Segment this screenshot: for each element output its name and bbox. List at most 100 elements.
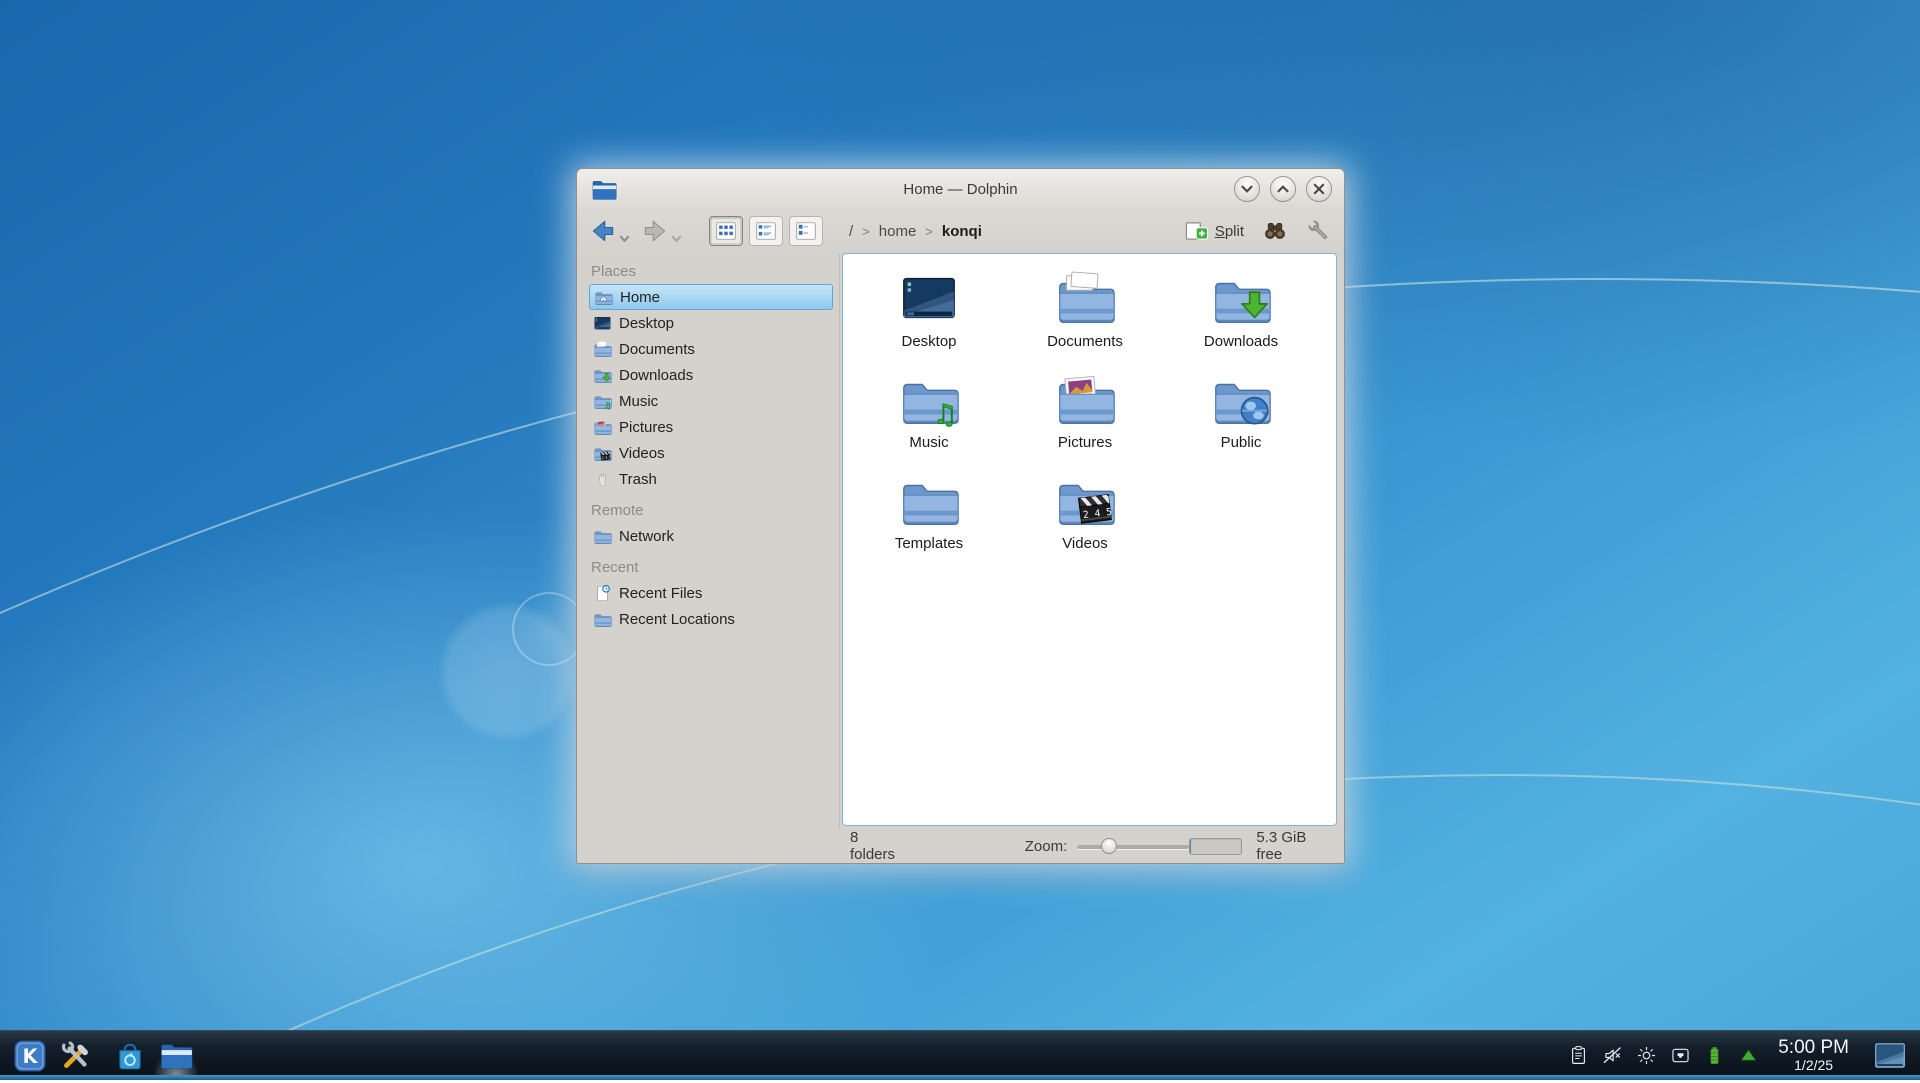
- zoom-slider-handle[interactable]: [1101, 838, 1117, 854]
- folder-open-blue-icon: [159, 1039, 193, 1073]
- svg-text:♫: ♫: [933, 399, 957, 430]
- folder-music-icon: ♫: [898, 369, 960, 431]
- desktop-screen-icon: [593, 314, 612, 333]
- recent-document-icon: [593, 584, 612, 603]
- file-item-label: Pictures: [1058, 434, 1112, 451]
- toolbar-right-group: Split: [1184, 218, 1332, 244]
- folder-home-icon: [594, 288, 613, 307]
- sidebar-item-label: Downloads: [619, 367, 693, 384]
- brightness-icon[interactable]: [1636, 1045, 1657, 1066]
- taskbar-launcher-dolphin[interactable]: [158, 1038, 194, 1074]
- sidebar-item-label: Network: [619, 528, 674, 545]
- folder-downloads-icon: [593, 366, 612, 385]
- close-button[interactable]: [1306, 176, 1332, 202]
- file-item-templates[interactable]: Templates: [851, 470, 1007, 571]
- places-panel: Places Home Desktop Documents Downloads ♫Musi…: [577, 253, 840, 829]
- file-item-label: Public: [1221, 434, 1262, 451]
- file-item-pictures[interactable]: Pictures: [1007, 369, 1163, 470]
- sidebar-item-label: Videos: [619, 445, 665, 462]
- taskbar-launcher-system-settings[interactable]: [58, 1038, 94, 1074]
- back-button[interactable]: [589, 217, 631, 245]
- settings-wrench-icon[interactable]: [1306, 218, 1332, 244]
- battery-icon[interactable]: [1704, 1045, 1725, 1066]
- sidebar-item-network[interactable]: Network: [589, 523, 833, 549]
- sidebar-item-recent-files[interactable]: Recent Files: [589, 580, 833, 606]
- dolphin-window: Home — Dolphin / > home > konqi: [576, 168, 1345, 864]
- breadcrumb-separator: >: [862, 224, 870, 239]
- folder-pictures-icon: [1054, 369, 1116, 431]
- sidebar-section-recent: Recent: [591, 559, 833, 576]
- sidebar-item-music[interactable]: ♫Music: [589, 388, 833, 414]
- volume-muted-icon[interactable]: [1602, 1045, 1623, 1066]
- clock-date: 1/2/25: [1778, 1058, 1849, 1073]
- file-item-music[interactable]: ♫Music: [851, 369, 1007, 470]
- show-desktop-widget[interactable]: [1870, 1039, 1910, 1073]
- discover-bag-icon: [113, 1039, 147, 1073]
- expand-triangle-icon[interactable]: [1738, 1045, 1759, 1066]
- desktop-screen-icon: [898, 268, 960, 330]
- sidebar-item-recent-locations[interactable]: Recent Locations: [589, 606, 833, 632]
- folder-pictures-icon: [593, 418, 612, 437]
- taskbar-clock[interactable]: 5:00 PM 1/2/25: [1778, 1038, 1849, 1073]
- clipboard-icon[interactable]: [1568, 1045, 1589, 1066]
- system-tray: 5:00 PM 1/2/25: [1568, 1038, 1920, 1073]
- breadcrumb-home[interactable]: home: [879, 223, 917, 240]
- items-count: 8 folders: [850, 829, 905, 863]
- folder-view[interactable]: Desktop DocumentsDownloads ♫Music Pictures P…: [842, 253, 1337, 826]
- sidebar-item-label: Home: [620, 289, 660, 306]
- clock-time: 5:00 PM: [1778, 1038, 1849, 1058]
- navigation-buttons: [589, 217, 683, 245]
- sidebar-item-downloads[interactable]: Downloads: [589, 362, 833, 388]
- status-bar: 8 folders Zoom: 5.3 GiB free: [577, 829, 1344, 863]
- sidebar-item-videos[interactable]: 2 4 5Videos: [589, 440, 833, 466]
- taskbar-launchers: K: [0, 1038, 194, 1074]
- breadcrumb-separator: >: [925, 224, 933, 239]
- file-item-documents[interactable]: Documents: [1007, 268, 1163, 369]
- sidebar-section-remote: Remote: [591, 502, 833, 519]
- find-binoculars-icon[interactable]: [1262, 218, 1288, 244]
- dolphin-folder-icon: [591, 177, 617, 203]
- compact-view-button[interactable]: [789, 216, 823, 246]
- sidebar-item-label: Documents: [619, 341, 695, 358]
- sidebar-item-desktop[interactable]: Desktop: [589, 310, 833, 336]
- taskbar-launcher-kde-menu[interactable]: K: [12, 1038, 48, 1074]
- window-controls: [1234, 176, 1332, 202]
- wallpaper-lens-flare: [512, 592, 586, 666]
- taskbar-launcher-discover[interactable]: [112, 1038, 148, 1074]
- sidebar-section-places: Places: [591, 263, 833, 280]
- network-port-icon[interactable]: [1670, 1045, 1691, 1066]
- sidebar-item-documents[interactable]: Documents: [589, 336, 833, 362]
- sidebar-item-home[interactable]: Home: [589, 284, 833, 310]
- zoom-slider[interactable]: [1077, 838, 1189, 854]
- breadcrumb-current[interactable]: konqi: [942, 223, 982, 240]
- folder-plain-icon: [593, 527, 612, 546]
- details-view-button[interactable]: [749, 216, 783, 246]
- disk-usage-bar: [1189, 838, 1242, 855]
- sidebar-item-label: Recent Locations: [619, 611, 735, 628]
- file-item-desktop[interactable]: Desktop: [851, 268, 1007, 369]
- svg-text:♫: ♫: [604, 400, 611, 410]
- taskbar: K 5:00 PM 1/2/25: [0, 1030, 1920, 1080]
- split-button[interactable]: Split: [1184, 218, 1244, 244]
- split-view-icon: [1184, 218, 1210, 244]
- file-item-videos[interactable]: 2 4 5Videos: [1007, 470, 1163, 571]
- breadcrumb-root[interactable]: /: [849, 223, 853, 240]
- view-mode-buttons: [709, 216, 823, 246]
- icons-view-button[interactable]: [709, 216, 743, 246]
- maximize-button[interactable]: [1270, 176, 1296, 202]
- folder-downloads-icon: [1210, 268, 1272, 330]
- file-item-downloads[interactable]: Downloads: [1163, 268, 1319, 369]
- window-titlebar[interactable]: Home — Dolphin: [577, 169, 1344, 209]
- file-item-public[interactable]: Public: [1163, 369, 1319, 470]
- file-item-label: Videos: [1062, 535, 1108, 552]
- split-button-label: Split: [1215, 223, 1244, 240]
- minimize-button[interactable]: [1234, 176, 1260, 202]
- sidebar-item-pictures[interactable]: Pictures: [589, 414, 833, 440]
- file-item-label: Desktop: [901, 333, 956, 350]
- zoom-label: Zoom:: [1025, 838, 1068, 855]
- folder-plain-icon: [593, 610, 612, 629]
- forward-button[interactable]: [641, 217, 683, 245]
- sidebar-item-trash[interactable]: Trash: [589, 466, 833, 492]
- folder-music-icon: ♫: [593, 392, 612, 411]
- sidebar-item-label: Desktop: [619, 315, 674, 332]
